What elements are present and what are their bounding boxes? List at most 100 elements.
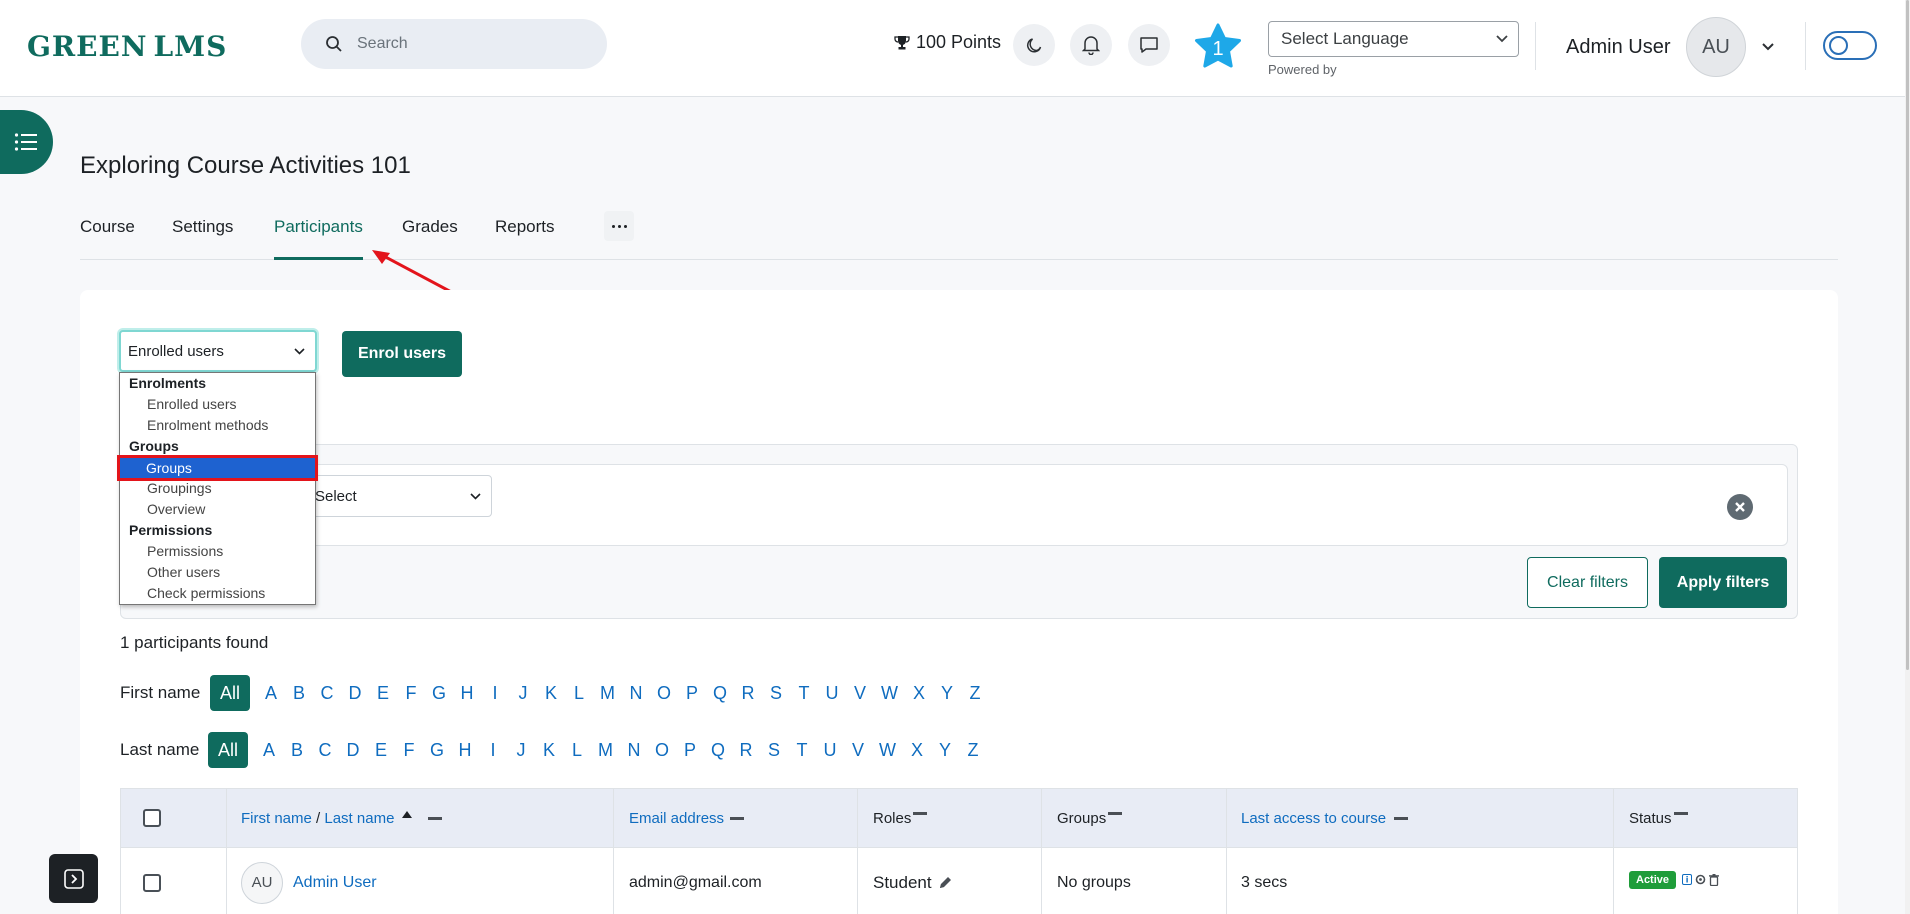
- initial-letter-link[interactable]: J: [514, 740, 528, 761]
- initial-letter-link[interactable]: H: [458, 740, 472, 761]
- option-permissions[interactable]: Permissions: [147, 543, 223, 559]
- initial-letter-link[interactable]: O: [655, 740, 669, 761]
- option-enrolment-methods[interactable]: Enrolment methods: [147, 417, 268, 433]
- initial-letter-link[interactable]: Y: [938, 740, 952, 761]
- dark-mode-button[interactable]: [1013, 24, 1055, 66]
- initial-letter-link[interactable]: M: [600, 683, 615, 704]
- initial-letter-link[interactable]: Z: [968, 683, 982, 704]
- initial-letter-link[interactable]: L: [570, 740, 584, 761]
- last-name-sort-link[interactable]: Last name: [324, 810, 394, 827]
- initial-letter-link[interactable]: I: [486, 740, 500, 761]
- points-display[interactable]: 100 Points: [894, 32, 1001, 53]
- initial-letter-link[interactable]: E: [376, 683, 390, 704]
- initial-letter-link[interactable]: L: [572, 683, 586, 704]
- option-groups-highlighted[interactable]: Groups: [117, 455, 318, 481]
- collapse-column-icon[interactable]: [730, 816, 745, 820]
- select-all-checkbox[interactable]: [143, 809, 161, 827]
- course-index-toggle[interactable]: [0, 110, 53, 174]
- initial-letter-link[interactable]: W: [879, 740, 896, 761]
- collapse-column-icon[interactable]: [1108, 811, 1123, 815]
- search-box[interactable]: Search: [301, 19, 607, 69]
- initial-letter-link[interactable]: A: [262, 740, 276, 761]
- mode-toggle[interactable]: [1823, 31, 1877, 60]
- initial-letter-link[interactable]: W: [881, 683, 898, 704]
- option-check-permissions[interactable]: Check permissions: [147, 585, 265, 601]
- last-access-sort-link[interactable]: Last access to course: [1241, 810, 1386, 827]
- initial-letter-link[interactable]: M: [598, 740, 613, 761]
- page-select-dropdown-list[interactable]: Enrolments Enrolled users Enrolment meth…: [117, 372, 318, 605]
- option-groupings[interactable]: Groupings: [147, 480, 212, 496]
- initial-letter-link[interactable]: N: [629, 683, 643, 704]
- apply-filters-button[interactable]: Apply filters: [1659, 557, 1787, 608]
- collapse-column-icon[interactable]: [1673, 811, 1688, 815]
- initial-letter-link[interactable]: S: [767, 740, 781, 761]
- pencil-icon[interactable]: [938, 875, 953, 890]
- remove-filter-button[interactable]: [1727, 494, 1753, 520]
- collapse-column-icon[interactable]: [913, 811, 928, 815]
- option-other-users[interactable]: Other users: [147, 564, 220, 580]
- initial-letter-link[interactable]: K: [544, 683, 558, 704]
- option-overview[interactable]: Overview: [147, 501, 205, 517]
- clear-filters-button[interactable]: Clear filters: [1527, 557, 1648, 608]
- gear-icon[interactable]: [1695, 874, 1706, 885]
- initial-letter-link[interactable]: D: [346, 740, 360, 761]
- enrol-users-button[interactable]: Enrol users: [342, 331, 462, 377]
- initial-letter-link[interactable]: C: [320, 683, 334, 704]
- tab-reports[interactable]: Reports: [495, 217, 555, 260]
- initial-letter-link[interactable]: U: [823, 740, 837, 761]
- initial-letter-link[interactable]: R: [741, 683, 755, 704]
- initial-letter-link[interactable]: Y: [940, 683, 954, 704]
- language-select[interactable]: Select Language: [1268, 21, 1519, 57]
- initial-letter-link[interactable]: Q: [713, 683, 727, 704]
- initial-letter-link[interactable]: B: [290, 740, 304, 761]
- collapse-column-icon[interactable]: [1394, 816, 1409, 820]
- first-name-sort-link[interactable]: First name: [241, 810, 312, 827]
- initial-letter-link[interactable]: P: [683, 740, 697, 761]
- initial-letter-link[interactable]: X: [912, 683, 926, 704]
- initial-letter-link[interactable]: H: [460, 683, 474, 704]
- info-icon[interactable]: [1682, 874, 1693, 885]
- option-enrolled-users[interactable]: Enrolled users: [147, 396, 237, 412]
- initial-letter-link[interactable]: B: [292, 683, 306, 704]
- notifications-button[interactable]: [1070, 24, 1112, 66]
- initial-letter-link[interactable]: T: [795, 740, 809, 761]
- tab-settings[interactable]: Settings: [172, 217, 233, 260]
- initial-letter-link[interactable]: S: [769, 683, 783, 704]
- level-star-badge[interactable]: 1: [1194, 23, 1242, 71]
- site-logo[interactable]: GREEN LMS: [27, 30, 227, 63]
- initial-letter-link[interactable]: U: [825, 683, 839, 704]
- email-sort-link[interactable]: Email address: [629, 810, 724, 827]
- initial-letter-link[interactable]: E: [374, 740, 388, 761]
- initial-letter-link[interactable]: C: [318, 740, 332, 761]
- initial-letter-link[interactable]: V: [853, 683, 867, 704]
- collapse-column-icon[interactable]: [428, 816, 443, 820]
- initial-letter-link[interactable]: N: [627, 740, 641, 761]
- tab-course[interactable]: Course: [80, 217, 135, 260]
- tab-participants[interactable]: Participants: [274, 217, 363, 260]
- initial-letter-link[interactable]: V: [851, 740, 865, 761]
- initial-letter-link[interactable]: F: [404, 683, 418, 704]
- initial-letter-link[interactable]: I: [488, 683, 502, 704]
- user-avatar[interactable]: AU: [1686, 17, 1746, 77]
- initial-letter-link[interactable]: G: [430, 740, 444, 761]
- participants-page-select[interactable]: Enrolled users: [119, 330, 317, 372]
- scrollbar-thumb[interactable]: [1906, 0, 1909, 670]
- user-menu-chevron-icon[interactable]: [1762, 43, 1774, 51]
- initial-letter-link[interactable]: O: [657, 683, 671, 704]
- avatar[interactable]: AU: [241, 861, 283, 904]
- initial-letter-link[interactable]: Q: [711, 740, 725, 761]
- user-profile-link[interactable]: Admin User: [293, 874, 377, 892]
- footer-toggle-button[interactable]: [49, 854, 98, 903]
- row-checkbox[interactable]: [143, 873, 161, 892]
- initial-letter-link[interactable]: A: [264, 683, 278, 704]
- last-name-all-button[interactable]: All: [208, 732, 248, 768]
- initial-letter-link[interactable]: X: [910, 740, 924, 761]
- initial-letter-link[interactable]: F: [402, 740, 416, 761]
- initial-letter-link[interactable]: D: [348, 683, 362, 704]
- filter-type-select[interactable]: Select: [296, 475, 492, 517]
- initial-letter-link[interactable]: G: [432, 683, 446, 704]
- user-name[interactable]: Admin User: [1566, 36, 1670, 59]
- first-name-all-button[interactable]: All: [210, 675, 250, 711]
- messages-button[interactable]: [1128, 24, 1170, 66]
- more-tabs-button[interactable]: [604, 211, 634, 241]
